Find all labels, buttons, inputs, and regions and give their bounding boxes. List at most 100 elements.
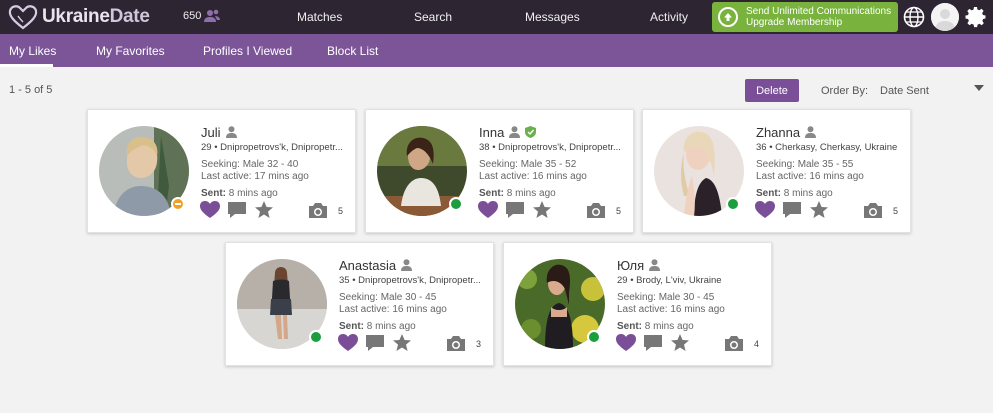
profile-seeking: Seeking: Male 30 - 45 — [617, 292, 715, 303]
star-icon[interactable] — [392, 333, 412, 353]
order-by-value: Date Sent — [880, 85, 929, 97]
star-icon[interactable] — [670, 333, 690, 353]
profile-location: 35 • Dnipropetrovs'k, Dnipropetr... — [339, 275, 481, 286]
heart-icon[interactable] — [616, 334, 636, 352]
camera-icon[interactable] — [308, 202, 328, 219]
profile-name[interactable]: Anastasia — [339, 258, 396, 273]
status-away-indicator — [171, 197, 185, 211]
profile-info: Juli 29 • Dnipropetrovs'k, Dnipropetr...… — [201, 124, 351, 200]
photo-count: 5 — [616, 206, 622, 216]
profile-card[interactable]: Zhanna 36 • Cherkasy, Cherkasy, Ukraine … — [642, 109, 911, 233]
camera-icon[interactable] — [863, 202, 883, 219]
upgrade-text: Send Unlimited Communications Upgrade Me… — [746, 6, 892, 28]
message-icon[interactable] — [643, 334, 663, 352]
profile-last-active: Last active: 16 mins ago — [756, 171, 864, 182]
profile-last-active: Last active: 17 mins ago — [201, 171, 309, 182]
profile-seeking: Seeking: Male 32 - 40 — [201, 159, 299, 170]
photo-count: 5 — [893, 206, 899, 216]
message-icon[interactable] — [505, 201, 525, 219]
profile-seeking: Seeking: Male 30 - 45 — [339, 292, 437, 303]
profile-name[interactable]: Inna — [479, 125, 504, 140]
verified-shield-icon — [525, 126, 537, 138]
delete-button[interactable]: Delete — [745, 79, 799, 102]
status-online-indicator — [587, 330, 601, 344]
profile-actions: 5 — [200, 201, 350, 221]
top-navigation-bar: UkraineDate 650 Matches Search Messages … — [0, 0, 993, 34]
profile-name[interactable]: Юля — [617, 258, 644, 273]
user-avatar[interactable] — [931, 3, 959, 31]
profile-location: 38 • Dnipropetrovs'k, Dnipropetr... — [479, 142, 621, 153]
heart-logo-icon — [8, 5, 38, 30]
online-count[interactable]: 650 — [183, 9, 221, 23]
profile-seeking: Seeking: Male 35 - 52 — [479, 159, 577, 170]
star-icon[interactable] — [254, 200, 274, 220]
profile-location: 36 • Cherkasy, Cherkasy, Ukraine — [756, 142, 898, 153]
chevron-down-icon — [974, 85, 984, 91]
photo-count: 4 — [754, 339, 760, 349]
profile-sent: Sent: 8 mins ago — [756, 188, 833, 199]
profile-actions: 5 — [755, 201, 905, 221]
photo-count: 3 — [476, 339, 482, 349]
user-icon — [805, 126, 817, 138]
heart-icon[interactable] — [200, 201, 220, 219]
message-icon[interactable] — [782, 201, 802, 219]
profile-info: Anastasia 35 • Dnipropetrovs'k, Dniprope… — [339, 257, 489, 333]
tab-my-favorites[interactable]: My Favorites — [96, 44, 165, 58]
user-icon — [509, 126, 521, 138]
profile-sent: Sent: 8 mins ago — [479, 188, 556, 199]
profile-last-active: Last active: 16 mins ago — [339, 304, 447, 315]
tab-profiles-i-viewed[interactable]: Profiles I Viewed — [203, 44, 292, 58]
profile-info: Zhanna 36 • Cherkasy, Cherkasy, Ukraine … — [756, 124, 906, 200]
profile-card[interactable]: Inna 38 • Dnipropetrovs'k, Dnipropetr...… — [365, 109, 634, 233]
camera-icon[interactable] — [586, 202, 606, 219]
photo-count: 5 — [338, 206, 344, 216]
user-icon — [225, 126, 237, 138]
star-icon[interactable] — [532, 200, 552, 220]
message-icon[interactable] — [365, 334, 385, 352]
nav-messages[interactable]: Messages — [525, 10, 580, 24]
profile-actions: 4 — [616, 334, 766, 354]
profile-actions: 5 — [478, 201, 628, 221]
user-icon — [649, 259, 661, 271]
profile-location: 29 • Brody, L'viv, Ukraine — [617, 275, 722, 286]
site-logo[interactable]: UkraineDate — [8, 4, 150, 30]
status-online-indicator — [449, 197, 463, 211]
profile-location: 29 • Dnipropetrovs'k, Dnipropetr... — [201, 142, 343, 153]
heart-icon[interactable] — [478, 201, 498, 219]
order-by-select[interactable]: Date Sent — [880, 85, 986, 99]
star-icon[interactable] — [809, 200, 829, 220]
heart-icon[interactable] — [338, 334, 358, 352]
profile-name[interactable]: Zhanna — [756, 125, 800, 140]
tab-block-list[interactable]: Block List — [327, 44, 378, 58]
nav-activity[interactable]: Activity — [650, 10, 688, 24]
gear-icon[interactable] — [964, 5, 988, 29]
camera-icon[interactable] — [724, 335, 744, 352]
results-count: 1 - 5 of 5 — [9, 84, 53, 96]
profile-actions: 3 — [338, 334, 488, 354]
profile-card[interactable]: Юля 29 • Brody, L'viv, Ukraine Seeking: … — [503, 242, 772, 366]
profile-last-active: Last active: 16 mins ago — [479, 171, 587, 182]
profile-sent: Sent: 8 mins ago — [617, 321, 694, 332]
heart-icon[interactable] — [755, 201, 775, 219]
status-online-indicator — [726, 197, 740, 211]
online-count-value: 650 — [183, 10, 202, 22]
profile-card[interactable]: Anastasia 35 • Dnipropetrovs'k, Dniprope… — [225, 242, 494, 366]
globe-icon[interactable] — [903, 6, 925, 28]
message-icon[interactable] — [227, 201, 247, 219]
tab-my-likes[interactable]: My Likes — [9, 44, 56, 58]
logo-text: UkraineDate — [42, 6, 150, 27]
camera-icon[interactable] — [446, 335, 466, 352]
users-icon — [204, 9, 221, 22]
user-icon — [401, 259, 413, 271]
upgrade-arrow-icon — [718, 7, 738, 27]
active-tab-indicator — [0, 64, 53, 67]
nav-matches[interactable]: Matches — [297, 10, 342, 24]
profile-seeking: Seeking: Male 35 - 55 — [756, 159, 854, 170]
profile-info: Inna 38 • Dnipropetrovs'k, Dnipropetr...… — [479, 124, 629, 200]
profile-last-active: Last active: 16 mins ago — [617, 304, 725, 315]
upgrade-button[interactable]: Send Unlimited Communications Upgrade Me… — [712, 2, 898, 32]
profile-card[interactable]: Juli 29 • Dnipropetrovs'k, Dnipropetr...… — [87, 109, 356, 233]
profile-info: Юля 29 • Brody, L'viv, Ukraine Seeking: … — [617, 257, 767, 333]
profile-name[interactable]: Juli — [201, 125, 221, 140]
nav-search[interactable]: Search — [414, 10, 452, 24]
